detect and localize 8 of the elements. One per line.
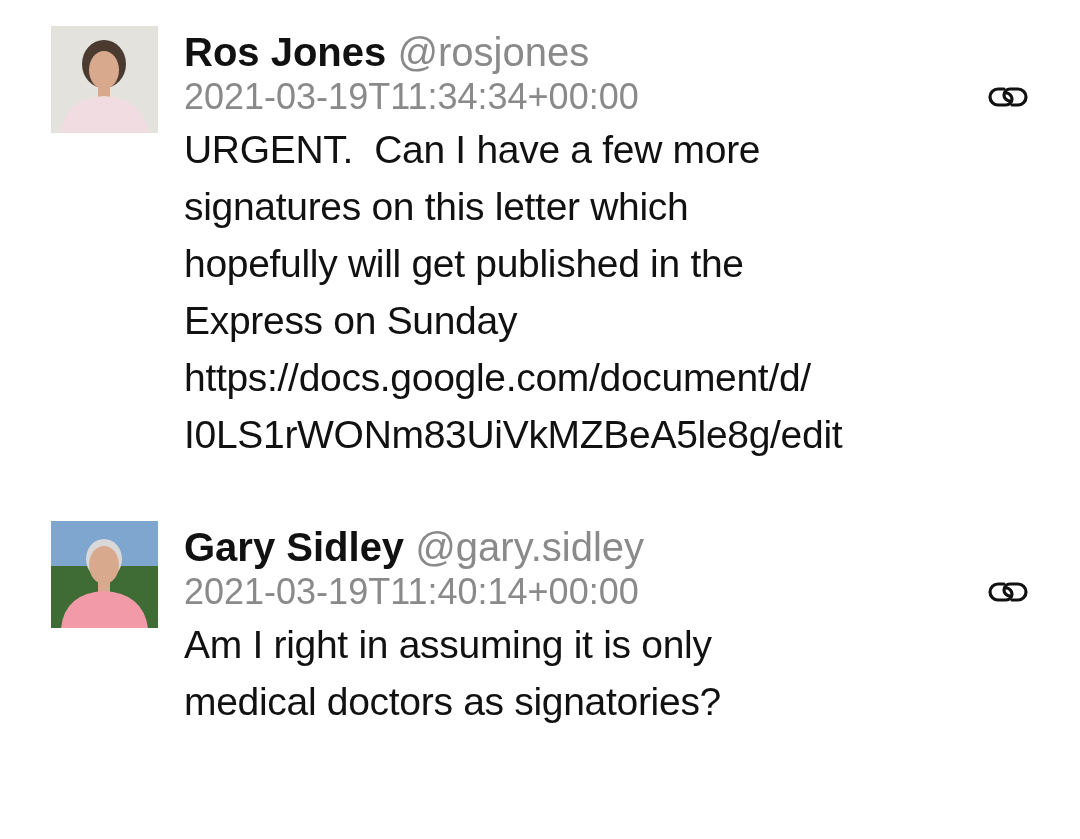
message-text: URGENT. Can I have a few more signatures on this letter which hopefully will get published in the Express on Sunday https://docs.google.com/document/d/ I0LS1rWONm83UiVkMZBeA5le8g/edit <box>184 127 844 458</box>
author-name[interactable]: Gary Sidley <box>184 525 405 569</box>
timestamp: 2021-03-19T11:40:14+00:00 <box>184 570 639 614</box>
link-icon[interactable] <box>987 85 1029 108</box>
author-name[interactable]: Ros Jones <box>184 30 387 74</box>
link-icon[interactable] <box>987 580 1029 603</box>
timestamp: 2021-03-19T11:34:34+00:00 <box>184 75 639 119</box>
message-text: Am I right in assuming it is only medical doctors as signatories? <box>184 622 722 725</box>
